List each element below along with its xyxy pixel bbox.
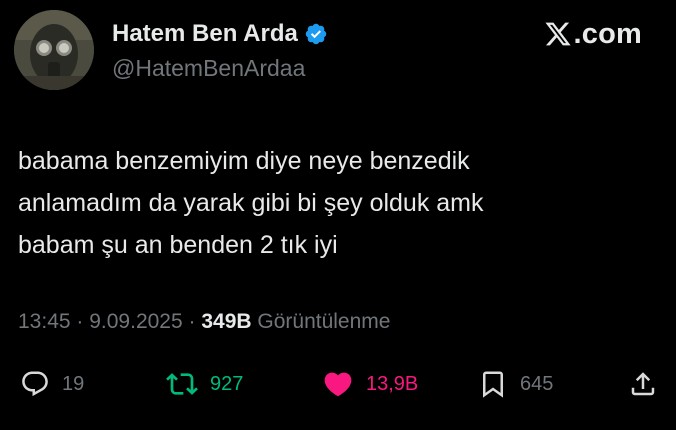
tweet-line: babam şu an benden 2 tık iyi bbox=[18, 231, 338, 259]
meta-separator: · bbox=[182, 310, 202, 333]
views-count: 349B bbox=[201, 310, 252, 333]
brand-watermark: .com bbox=[544, 18, 643, 50]
tweet-time[interactable]: 13:45 bbox=[18, 310, 71, 333]
bookmark-button[interactable]: 645 bbox=[478, 364, 553, 404]
retweet-count: 927 bbox=[210, 372, 244, 395]
views-label: Görüntülenme bbox=[251, 310, 391, 333]
brand-text: .com bbox=[573, 18, 642, 50]
author-handle[interactable]: @HatemBenArdaa bbox=[112, 54, 305, 82]
share-icon bbox=[631, 372, 655, 396]
like-button[interactable]: 13,9B bbox=[322, 364, 418, 404]
bookmark-icon bbox=[483, 371, 503, 398]
author-name-row: Hatem Ben Arda bbox=[112, 20, 328, 48]
tweet-actions: 19 927 13,9B 645 bbox=[0, 364, 676, 404]
retweet-icon bbox=[166, 373, 198, 395]
tweet-meta: 13:45 · 9.09.2025 · 349B Görüntülenme bbox=[18, 308, 390, 336]
x-logo-icon bbox=[544, 22, 571, 46]
tweet-line: babama benzemiyim diye neye benzedik bbox=[18, 147, 470, 175]
meta-separator: · bbox=[70, 310, 90, 333]
tweet-line: anlamadım da yarak gibi bi şey olduk amk bbox=[18, 189, 484, 217]
heart-icon bbox=[324, 372, 352, 397]
reply-icon bbox=[22, 371, 48, 397]
reply-count: 19 bbox=[62, 372, 85, 395]
tweet-text: babama benzemiyim diye neye benzedik anl… bbox=[18, 140, 658, 266]
avatar[interactable] bbox=[14, 10, 94, 90]
reply-button[interactable]: 19 bbox=[20, 364, 84, 404]
gas-mask-avatar bbox=[14, 10, 94, 90]
author-display-name[interactable]: Hatem Ben Arda bbox=[112, 20, 298, 48]
tweet-date[interactable]: 9.09.2025 bbox=[89, 310, 182, 333]
verified-badge-icon bbox=[305, 23, 327, 45]
bookmark-count: 645 bbox=[520, 372, 554, 395]
like-count: 13,9B bbox=[366, 372, 419, 395]
retweet-button[interactable]: 927 bbox=[166, 364, 243, 404]
share-button[interactable] bbox=[628, 364, 658, 404]
